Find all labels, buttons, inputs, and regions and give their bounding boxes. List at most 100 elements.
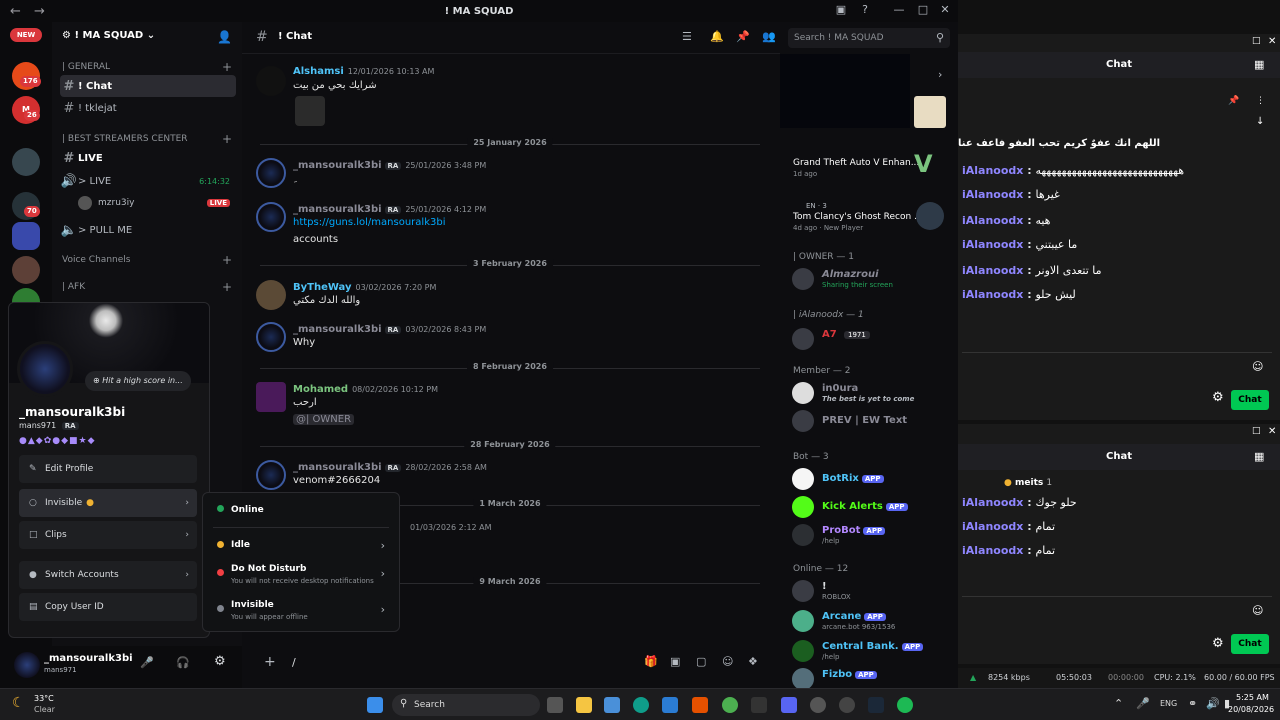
language-indicator[interactable]: ENG	[1160, 699, 1177, 708]
message-author[interactable]: _mansouralk3bi RA 03/02/2026 8:43 PM	[293, 324, 486, 335]
settings-gear-icon[interactable]: ⚙	[214, 654, 226, 669]
status-button[interactable]: ○ Invisible ● ›	[19, 489, 197, 517]
channel-chat[interactable]: # ! Chat	[60, 75, 236, 97]
edge-icon[interactable]	[633, 697, 649, 713]
member-item[interactable]: in0ura The best is yet to come	[792, 380, 952, 408]
apps-icon[interactable]: ❖	[748, 655, 758, 668]
bell-icon[interactable]: 🔔	[710, 30, 724, 43]
file-explorer-icon[interactable]	[576, 697, 592, 713]
activity-banner[interactable]	[780, 54, 910, 128]
member-item[interactable]: Almazroui Sharing their screen	[792, 266, 952, 294]
headphones-icon[interactable]: 🎧	[176, 656, 190, 669]
activity-card[interactable]: Grand Theft Auto V Enhan... 1d ago V	[792, 146, 952, 182]
avatar[interactable]	[256, 280, 286, 310]
member-item[interactable]: Central Bank. APP /help	[792, 638, 952, 666]
avatar[interactable]	[256, 202, 286, 232]
message-author[interactable]: Alshamsi 12/01/2026 10:13 AM	[293, 66, 434, 77]
volume-icon[interactable]: 🔊	[1206, 697, 1220, 710]
role-mention[interactable]: @| OWNER	[293, 414, 355, 425]
maximize-icon[interactable]: □	[914, 3, 932, 19]
add-member-icon[interactable]: 👤	[217, 30, 232, 44]
weather-icon[interactable]: ☾	[12, 695, 25, 711]
member-item[interactable]: BotRix APP	[792, 466, 952, 494]
spotify-icon[interactable]	[897, 697, 913, 713]
activity-thumbnail[interactable]	[914, 96, 946, 128]
start-icon[interactable]	[367, 697, 383, 713]
pin-icon[interactable]: 📌	[1228, 96, 1239, 106]
category-voice[interactable]: Voice Channels	[62, 255, 130, 265]
profile-avatar[interactable]	[17, 341, 73, 397]
members-icon[interactable]: 👥	[762, 30, 776, 43]
voice-user[interactable]: mzru3iy LIVE	[60, 192, 236, 214]
chat-user[interactable]: iAlanoodx	[962, 520, 1023, 533]
member-item[interactable]: ProBot APP /help	[792, 522, 952, 550]
pin-icon[interactable]: 📌	[736, 30, 750, 43]
close-icon[interactable]: ✕	[1268, 426, 1276, 437]
chat-user[interactable]: iAlanoodx	[962, 238, 1023, 251]
popout-icon[interactable]: □	[1252, 36, 1261, 46]
avatar[interactable]	[256, 382, 286, 412]
status-idle[interactable]: Idle ›	[209, 533, 395, 561]
add-channel-icon[interactable]: +	[222, 132, 232, 146]
search-input[interactable]: Search ! MA SQUAD	[788, 28, 950, 48]
member-item[interactable]: A7 1971	[792, 326, 952, 354]
app-icon[interactable]	[751, 697, 767, 713]
channel-tklejat[interactable]: # ! tklejat	[60, 97, 236, 119]
wifi-icon[interactable]: ⚭	[1188, 697, 1197, 710]
users-icon[interactable]: ▦	[1254, 450, 1264, 463]
emoji-icon[interactable]: ☺	[1252, 360, 1263, 373]
switch-accounts-button[interactable]: ● Switch Accounts ›	[19, 561, 197, 589]
voice-channel-live[interactable]: 🔊 > LIVE 6:14:32	[60, 170, 236, 192]
close-icon[interactable]: ✕	[936, 3, 954, 19]
settings-gear-icon[interactable]: ⚙	[1212, 390, 1224, 405]
member-item[interactable]: PREV | EW Text	[792, 408, 952, 436]
edit-profile-button[interactable]: ✎ Edit Profile	[19, 455, 197, 483]
server-name[interactable]: ⚙ ! MA SQUAD ⌄	[62, 30, 155, 41]
message-author[interactable]: _mansouralk3bi RA 25/01/2026 3:48 PM	[293, 160, 486, 171]
taskbar-search[interactable]: Search	[392, 694, 540, 716]
microphone-icon[interactable]: 🎤	[140, 656, 154, 669]
add-channel-icon[interactable]: +	[222, 60, 232, 74]
sticker-image[interactable]	[295, 96, 325, 126]
activity-card[interactable]: EN · 3 Tom Clancy's Ghost Recon ... 4d a…	[792, 198, 952, 238]
app-icon[interactable]	[839, 697, 855, 713]
chat-user[interactable]: iAlanoodx	[962, 288, 1023, 301]
voice-channel-pull-me[interactable]: 🔈 > PULL ME	[60, 219, 236, 241]
composer-input[interactable]: /	[292, 656, 296, 669]
member-item[interactable]: Arcane APP arcane.bot 963/1536	[792, 608, 952, 636]
clock-time[interactable]: 5:25 AM	[1236, 693, 1269, 702]
avatar[interactable]	[14, 652, 40, 678]
obs-icon[interactable]	[810, 697, 826, 713]
status-invisible[interactable]: Invisible You will appear offline ›	[209, 597, 395, 625]
popout-icon[interactable]: □	[1252, 426, 1261, 436]
copy-user-id-button[interactable]: ▤ Copy User ID	[19, 593, 197, 621]
emoji-icon[interactable]: ☺	[722, 655, 733, 668]
avatar[interactable]	[256, 158, 286, 188]
member-item[interactable]: Kick Alerts APP	[792, 494, 952, 522]
status-online[interactable]: Online	[209, 497, 395, 525]
microphone-icon[interactable]: 🎤	[1136, 697, 1150, 710]
message-author[interactable]: _mansouralk3bi RA 25/01/2026 4:12 PM	[293, 204, 486, 215]
settings-gear-icon[interactable]: ⚙	[1212, 636, 1224, 651]
chrome-icon[interactable]	[722, 697, 738, 713]
more-icon[interactable]: ⋮	[1256, 96, 1265, 106]
gift-icon[interactable]: 🎁	[644, 655, 658, 668]
message-author[interactable]: ByTheWay 03/02/2026 7:20 PM	[293, 282, 436, 293]
emoji-icon[interactable]: ☺	[1252, 604, 1263, 617]
message-link[interactable]: https://guns.lol/mansouralk3bi	[293, 217, 445, 228]
member-item[interactable]: Fizbo APP	[792, 666, 952, 688]
brave-icon[interactable]	[692, 697, 708, 713]
chat-send-button[interactable]: Chat	[1231, 634, 1269, 654]
avatar[interactable]	[256, 66, 286, 96]
tray-chevron-icon[interactable]: ⌃	[1114, 697, 1123, 710]
chat-user[interactable]: iAlanoodx	[962, 264, 1023, 277]
chevron-right-icon[interactable]: ›	[938, 68, 942, 81]
chat-user[interactable]: iAlanoodx	[962, 188, 1023, 201]
gif-icon[interactable]: ▣	[670, 655, 680, 668]
category-afk[interactable]: | AFK	[62, 282, 85, 292]
avatar[interactable]	[256, 460, 286, 490]
message-author[interactable]: _mansouralk3bi RA 28/02/2026 2:58 AM	[293, 462, 487, 473]
channel-live[interactable]: # LIVE	[60, 147, 236, 169]
server-icon-3[interactable]	[12, 148, 40, 176]
steam-icon[interactable]	[868, 697, 884, 713]
